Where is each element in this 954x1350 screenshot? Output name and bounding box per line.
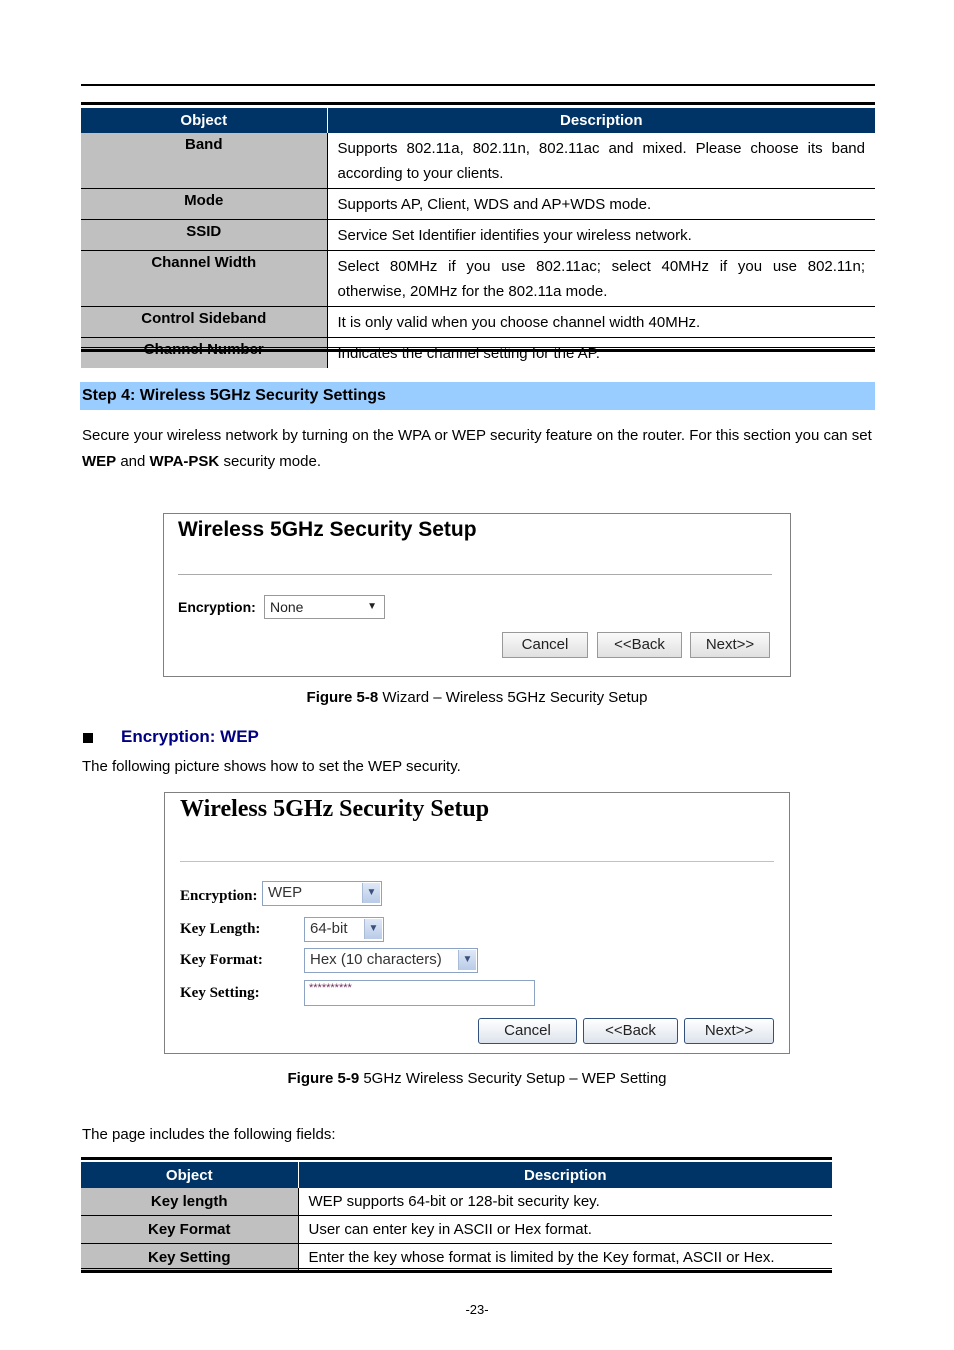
key-setting-input[interactable]: ********** xyxy=(304,980,535,1006)
encryption-select[interactable]: None ▼ xyxy=(264,595,385,619)
caption-label: Figure 5-8 xyxy=(306,689,379,706)
description-cell: Service Set Identifier identifies your w… xyxy=(327,219,875,251)
object-cell: Key Setting xyxy=(81,1243,299,1271)
table-row: Channel Width Select 80MHz if you use 80… xyxy=(81,250,875,307)
table2-bottom-rule-thin xyxy=(81,1268,832,1269)
table-row: Band Supports 802.11a, 802.11n, 802.11ac… xyxy=(81,133,875,189)
page-number: -23- xyxy=(465,1302,489,1317)
object-cell: Control Sideband xyxy=(81,306,328,338)
column-header-object: Object xyxy=(81,108,327,133)
chevron-down-icon: ▼ xyxy=(458,950,476,970)
table2-bottom-rule xyxy=(81,1270,832,1273)
description-cell: WEP supports 64-bit or 128-bit security … xyxy=(298,1188,832,1216)
chevron-down-icon: ▼ xyxy=(362,883,380,903)
key-length-label: Key Length: xyxy=(180,921,261,937)
title-divider xyxy=(178,574,772,575)
key-format-select[interactable]: Hex (10 characters) ▼ xyxy=(304,948,478,973)
table-row: Key Format User can enter key in ASCII o… xyxy=(81,1215,832,1244)
object-cell: Band xyxy=(81,133,328,189)
key-setting-label: Key Setting: xyxy=(180,985,260,1001)
table-header-row: Object Description xyxy=(81,1162,832,1188)
figure-5-8-screenshot: Wireless 5GHz Security Setup Encryption:… xyxy=(163,513,791,677)
next-button[interactable]: Next>> xyxy=(684,1018,774,1044)
caption-text: 5GHz Wireless Security Setup – WEP Setti… xyxy=(359,1070,667,1087)
cancel-button[interactable]: Cancel xyxy=(478,1018,577,1044)
intro-text: Secure your wireless network by turning … xyxy=(82,427,872,444)
screenshot-title: Wireless 5GHz Security Setup xyxy=(180,796,490,822)
table-row: Mode Supports AP, Client, WDS and AP+WDS… xyxy=(81,188,875,220)
wep-intro: The following picture shows how to set t… xyxy=(82,758,461,775)
key-format-label: Key Format: xyxy=(180,952,263,968)
description-cell: Supports AP, Client, WDS and AP+WDS mode… xyxy=(327,188,875,220)
object-cell: Channel Number xyxy=(81,337,328,368)
column-header-object: Object xyxy=(81,1162,298,1188)
table-header-row: Object Description xyxy=(81,108,875,133)
encryption-select[interactable]: WEP ▼ xyxy=(262,881,382,906)
header-rule xyxy=(81,84,875,86)
figure-5-8-caption: Figure 5-8 Wizard – Wireless 5GHz Securi… xyxy=(0,689,954,706)
title-divider xyxy=(180,861,774,862)
wireless-settings-table: Object Description Band Supports 802.11a… xyxy=(81,108,875,368)
back-button[interactable]: <<Back xyxy=(597,632,682,658)
description-cell: Indicates the channel setting for the AP… xyxy=(337,345,600,362)
wep-fields-table: Object Description Key length WEP suppor… xyxy=(81,1162,832,1271)
encryption-select-value: None xyxy=(270,599,304,615)
table1-top-rule xyxy=(81,102,875,105)
column-header-description: Description xyxy=(326,108,875,133)
object-cell: Key length xyxy=(81,1188,299,1216)
description-cell: It is only valid when you choose channel… xyxy=(327,306,875,338)
step4-heading: Step 4: Wireless 5GHz Security Settings xyxy=(80,382,875,410)
table2-top-rule xyxy=(81,1157,832,1160)
object-cell: Channel Width xyxy=(81,250,328,307)
table1-bottom-rule xyxy=(81,349,875,352)
table-row: Control Sideband It is only valid when y… xyxy=(81,306,875,338)
intro-bold-wpa-psk: WPA-PSK xyxy=(149,453,220,470)
figure-5-9-screenshot: Wireless 5GHz Security Setup Encryption:… xyxy=(164,792,790,1054)
bullet-square-icon xyxy=(83,733,93,743)
caption-label: Figure 5-9 xyxy=(287,1070,360,1087)
object-cell: SSID xyxy=(81,219,328,251)
description-cell: Select 80MHz if you use 802.11ac; select… xyxy=(327,250,875,307)
table1-bottom-rule-thin xyxy=(81,347,875,348)
figure-5-9-caption: Figure 5-9 5GHz Wireless Security Setup … xyxy=(0,1070,954,1087)
intro-bold-wep: WEP xyxy=(82,453,117,470)
intro-text: and xyxy=(116,453,150,470)
intro-text: security mode. xyxy=(219,453,321,470)
table-row: Channel Number Indicates the channel set… xyxy=(81,337,875,368)
key-length-select[interactable]: 64-bit ▼ xyxy=(304,917,384,942)
key-length-select-value: 64-bit xyxy=(310,920,348,937)
description-cell: User can enter key in ASCII or Hex forma… xyxy=(298,1215,832,1244)
dropdown-arrow-icon: ▼ xyxy=(367,601,377,612)
encryption-label: Encryption: xyxy=(180,888,258,904)
caption-text: Wizard – Wireless 5GHz Security Setup xyxy=(378,689,648,706)
screenshot-title: Wireless 5GHz Security Setup xyxy=(178,518,477,541)
encryption-label: Encryption: xyxy=(178,599,256,615)
next-button[interactable]: Next>> xyxy=(690,632,770,658)
object-cell: Mode xyxy=(81,188,328,220)
description-cell: Enter the key whose format is limited by… xyxy=(308,1249,775,1266)
step4-intro: Secure your wireless network by turning … xyxy=(82,423,875,475)
back-button[interactable]: <<Back xyxy=(583,1018,678,1044)
table-row: Key length WEP supports 64-bit or 128-bi… xyxy=(81,1188,832,1216)
column-header-description: Description xyxy=(297,1162,832,1188)
table-row: Key Setting Enter the key whose format i… xyxy=(81,1243,832,1271)
description-cell: Supports 802.11a, 802.11n, 802.11ac and … xyxy=(327,133,875,189)
table-row: SSID Service Set Identifier identifies y… xyxy=(81,219,875,251)
cancel-button[interactable]: Cancel xyxy=(502,632,588,658)
key-format-select-value: Hex (10 characters) xyxy=(310,951,442,968)
object-cell: Key Format xyxy=(81,1215,299,1244)
chevron-down-icon: ▼ xyxy=(364,919,382,939)
encryption-wep-heading: Encryption: WEP xyxy=(121,727,259,746)
encryption-select-value: WEP xyxy=(268,884,303,901)
fields-intro: The page includes the following fields: xyxy=(82,1126,336,1143)
